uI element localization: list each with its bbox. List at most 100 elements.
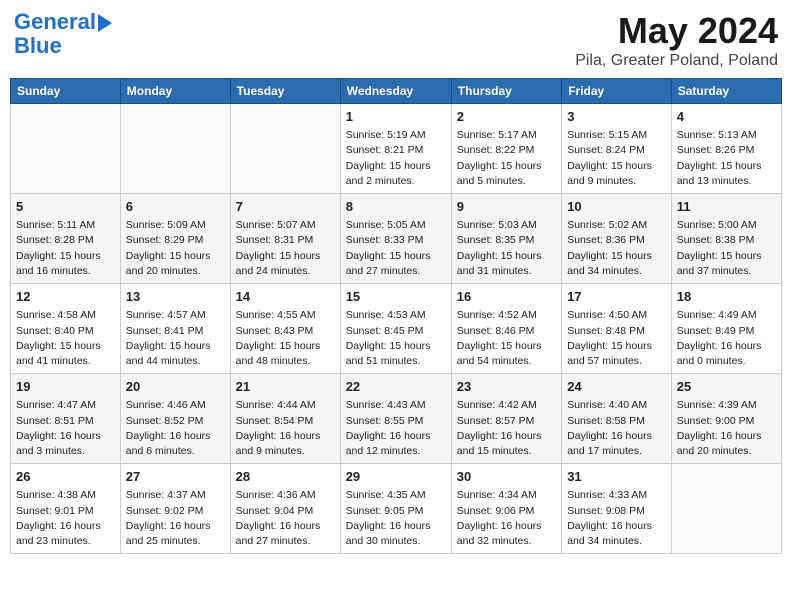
day-number: 24 [567, 378, 666, 396]
day-info: Sunrise: 5:17 AMSunset: 8:22 PMDaylight:… [457, 128, 556, 189]
day-number: 1 [346, 108, 446, 126]
day-info: Sunrise: 5:19 AMSunset: 8:21 PMDaylight:… [346, 128, 446, 189]
day-cell: 31Sunrise: 4:33 AMSunset: 9:08 PMDayligh… [562, 464, 672, 554]
day-number: 25 [677, 378, 776, 396]
day-number: 11 [677, 198, 776, 216]
day-info: Sunrise: 5:02 AMSunset: 8:36 PMDaylight:… [567, 218, 666, 279]
day-cell: 19 Sunrise: 4:47 AMSunset: 8:51 PMDayligh… [11, 374, 121, 464]
col-header-tuesday: Tuesday [230, 79, 340, 104]
day-number: 5 [16, 198, 115, 216]
col-header-friday: Friday [562, 79, 672, 104]
day-cell: 24Sunrise: 4:40 AMSunset: 8:58 PMDayligh… [562, 374, 672, 464]
day-number: 21 [236, 378, 335, 396]
day-cell: 16 Sunrise: 4:52 AMSunset: 8:46 PMDayligh… [451, 284, 561, 374]
day-number: 16 [457, 288, 556, 306]
day-info: Sunrise: 4:35 AMSunset: 9:05 PMDaylight:… [346, 488, 446, 549]
week-row-3: 12 Sunrise: 4:58 AMSunset: 8:40 PMDayligh… [11, 284, 782, 374]
day-info: Sunrise: 4:34 AMSunset: 9:06 PMDaylight:… [457, 488, 556, 549]
col-header-thursday: Thursday [451, 79, 561, 104]
day-cell: 22 Sunrise: 4:43 AMSunset: 8:55 PMDayligh… [340, 374, 451, 464]
week-row-2: 5 Sunrise: 5:11 AMSunset: 8:28 PMDaylight… [11, 194, 782, 284]
day-number: 22 [346, 378, 446, 396]
day-info: Sunrise: 4:39 AMSunset: 9:00 PMDaylight:… [677, 398, 776, 459]
calendar-table: SundayMondayTuesdayWednesdayThursdayFrid… [10, 78, 782, 554]
day-cell: 15 Sunrise: 4:53 AMSunset: 8:45 PMDayligh… [340, 284, 451, 374]
day-cell: 9 Sunrise: 5:03 AMSunset: 8:35 PMDaylight… [451, 194, 561, 284]
col-header-saturday: Saturday [671, 79, 781, 104]
week-row-1: 1 Sunrise: 5:19 AMSunset: 8:21 PMDaylight… [11, 104, 782, 194]
day-info: Sunrise: 4:47 AMSunset: 8:51 PMDaylight:… [16, 398, 115, 459]
day-info: Sunrise: 4:36 AMSunset: 9:04 PMDaylight:… [236, 488, 335, 549]
day-number: 19 [16, 378, 115, 396]
day-number: 27 [126, 468, 225, 486]
page-header: General Blue May 2024 Pila, Greater Pola… [10, 10, 782, 70]
day-info: Sunrise: 5:05 AMSunset: 8:33 PMDaylight:… [346, 218, 446, 279]
day-cell: 27 Sunrise: 4:37 AMSunset: 9:02 PMDayligh… [120, 464, 230, 554]
day-info: Sunrise: 4:53 AMSunset: 8:45 PMDaylight:… [346, 308, 446, 369]
day-number: 23 [457, 378, 556, 396]
day-info: Sunrise: 4:52 AMSunset: 8:46 PMDaylight:… [457, 308, 556, 369]
day-info: Sunrise: 4:38 AMSunset: 9:01 PMDaylight:… [16, 488, 115, 549]
day-info: Sunrise: 4:43 AMSunset: 8:55 PMDaylight:… [346, 398, 446, 459]
day-number: 28 [236, 468, 335, 486]
day-info: Sunrise: 4:49 AMSunset: 8:49 PMDaylight:… [677, 308, 776, 369]
day-cell: 26Sunrise: 4:38 AMSunset: 9:01 PMDayligh… [11, 464, 121, 554]
day-number: 30 [457, 468, 556, 486]
day-cell: 25 Sunrise: 4:39 AMSunset: 9:00 PMDayligh… [671, 374, 781, 464]
day-cell: 13Sunrise: 4:57 AMSunset: 8:41 PMDayligh… [120, 284, 230, 374]
day-cell: 23 Sunrise: 4:42 AMSunset: 8:57 PMDayligh… [451, 374, 561, 464]
col-header-wednesday: Wednesday [340, 79, 451, 104]
day-info: Sunrise: 5:13 AMSunset: 8:26 PMDaylight:… [677, 128, 776, 189]
day-number: 12 [16, 288, 115, 306]
logo-arrow-icon [98, 14, 112, 32]
header-row: SundayMondayTuesdayWednesdayThursdayFrid… [11, 79, 782, 104]
day-cell: 2 Sunrise: 5:17 AMSunset: 8:22 PMDaylight… [451, 104, 561, 194]
day-cell: 6 Sunrise: 5:09 AMSunset: 8:29 PMDaylight… [120, 194, 230, 284]
day-info: Sunrise: 4:42 AMSunset: 8:57 PMDaylight:… [457, 398, 556, 459]
day-info: Sunrise: 4:58 AMSunset: 8:40 PMDaylight:… [16, 308, 115, 369]
day-cell: 28 Sunrise: 4:36 AMSunset: 9:04 PMDayligh… [230, 464, 340, 554]
day-info: Sunrise: 4:37 AMSunset: 9:02 PMDaylight:… [126, 488, 225, 549]
day-info: Sunrise: 5:09 AMSunset: 8:29 PMDaylight:… [126, 218, 225, 279]
day-info: Sunrise: 4:46 AMSunset: 8:52 PMDaylight:… [126, 398, 225, 459]
day-number: 7 [236, 198, 335, 216]
day-info: Sunrise: 5:15 AMSunset: 8:24 PMDaylight:… [567, 128, 666, 189]
title-area: May 2024 Pila, Greater Poland, Poland [575, 10, 778, 70]
day-cell: 7 Sunrise: 5:07 AMSunset: 8:31 PMDaylight… [230, 194, 340, 284]
logo-text-blue: Blue [14, 34, 112, 58]
day-number: 31 [567, 468, 666, 486]
day-cell [11, 104, 121, 194]
logo: General Blue [14, 10, 112, 58]
month-title: May 2024 [575, 10, 778, 52]
week-row-4: 19 Sunrise: 4:47 AMSunset: 8:51 PMDayligh… [11, 374, 782, 464]
week-row-5: 26Sunrise: 4:38 AMSunset: 9:01 PMDayligh… [11, 464, 782, 554]
day-info: Sunrise: 5:07 AMSunset: 8:31 PMDaylight:… [236, 218, 335, 279]
location: Pila, Greater Poland, Poland [575, 52, 778, 70]
day-cell: 17Sunrise: 4:50 AMSunset: 8:48 PMDayligh… [562, 284, 672, 374]
day-cell: 1 Sunrise: 5:19 AMSunset: 8:21 PMDaylight… [340, 104, 451, 194]
day-info: Sunrise: 4:57 AMSunset: 8:41 PMDaylight:… [126, 308, 225, 369]
day-number: 14 [236, 288, 335, 306]
day-number: 15 [346, 288, 446, 306]
day-cell: 20Sunrise: 4:46 AMSunset: 8:52 PMDayligh… [120, 374, 230, 464]
day-number: 9 [457, 198, 556, 216]
day-number: 2 [457, 108, 556, 126]
day-cell: 4 Sunrise: 5:13 AMSunset: 8:26 PMDaylight… [671, 104, 781, 194]
day-cell: 10Sunrise: 5:02 AMSunset: 8:36 PMDayligh… [562, 194, 672, 284]
day-number: 8 [346, 198, 446, 216]
day-info: Sunrise: 5:11 AMSunset: 8:28 PMDaylight:… [16, 218, 115, 279]
day-cell: 29Sunrise: 4:35 AMSunset: 9:05 PMDayligh… [340, 464, 451, 554]
day-info: Sunrise: 4:55 AMSunset: 8:43 PMDaylight:… [236, 308, 335, 369]
day-cell: 21Sunrise: 4:44 AMSunset: 8:54 PMDayligh… [230, 374, 340, 464]
day-number: 17 [567, 288, 666, 306]
col-header-sunday: Sunday [11, 79, 121, 104]
day-cell [230, 104, 340, 194]
day-cell: 3Sunrise: 5:15 AMSunset: 8:24 PMDaylight… [562, 104, 672, 194]
day-number: 4 [677, 108, 776, 126]
col-header-monday: Monday [120, 79, 230, 104]
logo-text: General [14, 10, 96, 34]
day-info: Sunrise: 5:03 AMSunset: 8:35 PMDaylight:… [457, 218, 556, 279]
day-cell [671, 464, 781, 554]
day-cell: 8 Sunrise: 5:05 AMSunset: 8:33 PMDaylight… [340, 194, 451, 284]
day-number: 6 [126, 198, 225, 216]
